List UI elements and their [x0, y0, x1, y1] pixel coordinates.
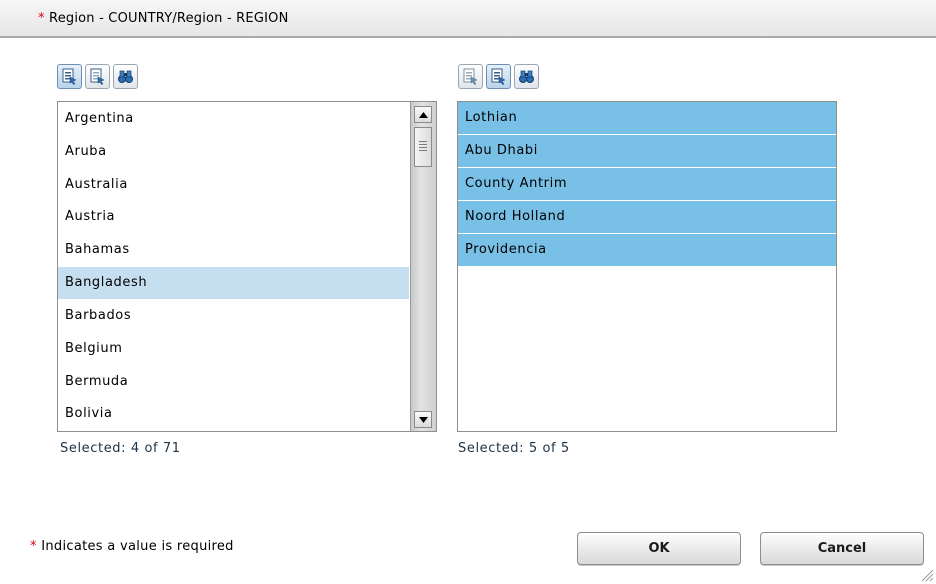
list-item[interactable]: Australia: [58, 169, 409, 201]
list-item[interactable]: Belgium: [58, 333, 409, 365]
required-star: *: [38, 11, 45, 26]
dialog-header: * Region - COUNTRY/Region - REGION: [0, 0, 936, 38]
binoculars-icon: [118, 70, 133, 83]
select-all-button[interactable]: [57, 64, 82, 89]
list-item[interactable]: Aruba: [58, 136, 409, 168]
list-item[interactable]: Bahamas: [58, 234, 409, 266]
select-all-icon: [62, 68, 77, 85]
list-item[interactable]: Barbados: [58, 300, 409, 332]
list-item[interactable]: Austria: [58, 201, 409, 233]
arrow-up-icon: [418, 111, 428, 118]
deselect-all-icon: [90, 68, 105, 85]
available-selected-count: Selected: 4 of 71: [60, 441, 181, 456]
deselect-all-button[interactable]: [486, 64, 511, 89]
scroll-down-button[interactable]: [414, 411, 432, 428]
required-note: * Indicates a value is required: [30, 539, 234, 554]
selected-item[interactable]: Providencia: [458, 234, 836, 266]
dialog-title: * Region - COUNTRY/Region - REGION: [38, 11, 289, 26]
scrollbar[interactable]: [410, 102, 436, 431]
arrow-down-icon: [418, 416, 428, 423]
dialog-title-text: Region - COUNTRY/Region - REGION: [49, 11, 289, 26]
ok-button[interactable]: OK: [577, 532, 741, 565]
list-item-highlighted[interactable]: Bangladesh: [58, 267, 409, 299]
required-note-text: Indicates a value is required: [41, 539, 234, 554]
select-all-icon: [463, 68, 478, 85]
selected-item[interactable]: Noord Holland: [458, 201, 836, 233]
scroll-thumb[interactable]: [414, 127, 432, 167]
selected-list[interactable]: Lothian Abu Dhabi County Antrim Noord Ho…: [457, 101, 837, 432]
binoculars-icon: [519, 70, 534, 83]
selected-item[interactable]: Lothian: [458, 102, 836, 134]
deselect-all-button[interactable]: [85, 64, 110, 89]
list-item[interactable]: Bolivia: [58, 398, 409, 430]
cancel-button[interactable]: Cancel: [760, 532, 924, 565]
list-item[interactable]: Argentina: [58, 103, 409, 135]
available-list[interactable]: Argentina Aruba Australia Austria Bahama…: [57, 101, 437, 432]
required-star: *: [30, 539, 37, 554]
resize-grip-icon[interactable]: [920, 568, 934, 582]
deselect-all-icon: [491, 68, 506, 85]
find-button[interactable]: [514, 64, 539, 89]
selected-toolbar: [458, 64, 539, 89]
find-button[interactable]: [113, 64, 138, 89]
scroll-up-button[interactable]: [414, 106, 432, 123]
selected-count: Selected: 5 of 5: [458, 441, 570, 456]
list-item[interactable]: Bermuda: [58, 366, 409, 398]
selected-item[interactable]: Abu Dhabi: [458, 135, 836, 167]
select-all-button[interactable]: [458, 64, 483, 89]
available-toolbar: [57, 64, 138, 89]
selected-item[interactable]: County Antrim: [458, 168, 836, 200]
